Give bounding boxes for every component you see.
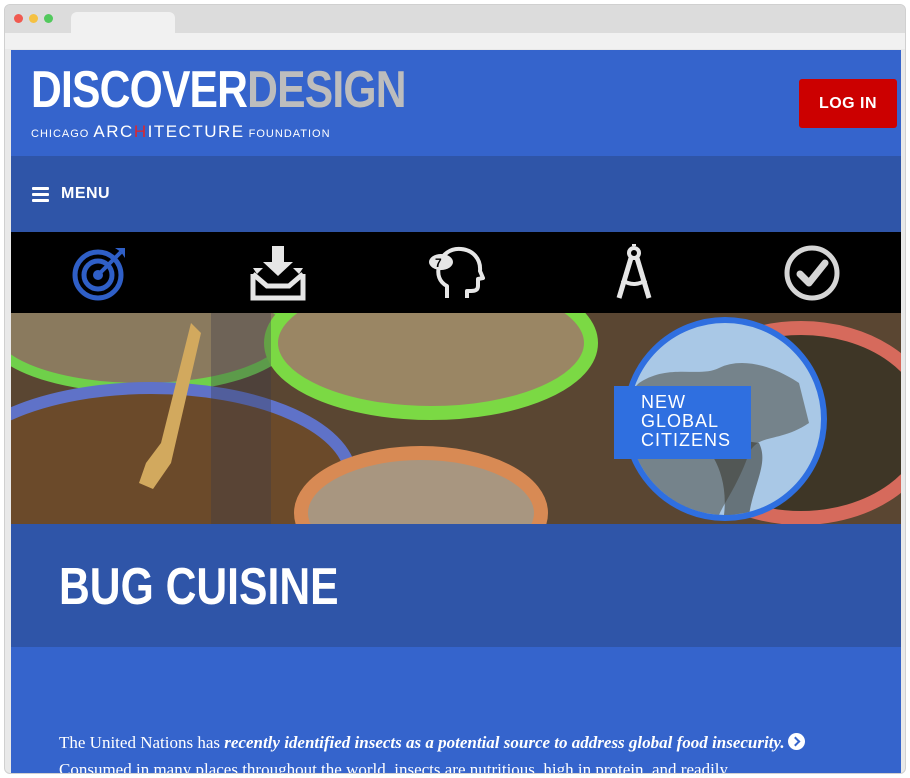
menu-toggle-button[interactable]: MENU [32, 183, 110, 205]
close-window-icon[interactable] [14, 14, 23, 23]
badge-line-global: GLOBAL [641, 411, 720, 431]
target-icon [72, 247, 125, 300]
logo-wordmark: DISCOVERDESIGN [31, 61, 407, 119]
logo-sub-architecture: ARCHITECTURE [93, 122, 244, 141]
login-button[interactable]: LOG IN [799, 79, 897, 128]
logo-discover-text: DISCOVER [31, 61, 248, 119]
compass-icon [616, 243, 652, 299]
intro-paragraph: The United Nations has recently identifi… [59, 729, 859, 774]
continuation-text: Consumed in many places throughout the w… [59, 760, 729, 774]
title-band: BUG CUISINE [11, 524, 901, 647]
minimize-window-icon[interactable] [29, 14, 38, 23]
page-viewport: DISCOVERDESIGN CHICAGO ARCHITECTURE FOUN… [11, 50, 901, 774]
menu-label: MENU [61, 185, 111, 202]
site-logo[interactable]: DISCOVERDESIGN CHICAGO ARCHITECTURE FOUN… [31, 61, 407, 142]
hamburger-icon [32, 187, 49, 202]
site-header: DISCOVERDESIGN CHICAGO ARCHITECTURE FOUN… [11, 50, 901, 156]
logo-subtitle: CHICAGO ARCHITECTURE FOUNDATION [31, 122, 376, 142]
logo-sub-arch-dot: H [133, 122, 148, 141]
logo-design-text: DESIGN [247, 61, 406, 119]
badge-line-citizens: CITIZENS [641, 430, 732, 450]
download-tray-icon [250, 245, 306, 300]
head-idea-icon: 7 [429, 246, 485, 298]
strip-item-head[interactable]: 7 [367, 232, 545, 313]
svg-text:7: 7 [435, 256, 442, 270]
strip-item-download[interactable] [189, 232, 367, 313]
browser-tab[interactable] [71, 12, 175, 33]
strip-item-compass[interactable] [545, 232, 723, 313]
logo-sub-arch-a: ARC [93, 122, 134, 141]
browser-toolbar [5, 33, 905, 49]
un-insects-link[interactable]: recently identified insects as a potenti… [224, 733, 784, 752]
chevron-right-icon[interactable] [787, 733, 805, 750]
browser-titlebar [5, 5, 905, 33]
article-content: The United Nations has recently identifi… [11, 647, 901, 774]
badge-line-new: NEW [641, 392, 686, 412]
menu-bar: MENU [11, 156, 901, 232]
maximize-window-icon[interactable] [44, 14, 53, 23]
section-icon-strip: 7 [11, 232, 901, 313]
strip-item-target[interactable] [11, 232, 189, 313]
hero-image: NEW GLOBAL CITIZENS [11, 313, 901, 524]
logo-sub-arch-b: ITECTURE [147, 122, 245, 141]
logo-sub-foundation: FOUNDATION [244, 128, 331, 140]
page-title: BUG CUISINE [59, 558, 339, 616]
logo-sub-chicago: CHICAGO [31, 128, 94, 140]
browser-window: DISCOVERDESIGN CHICAGO ARCHITECTURE FOUN… [4, 4, 906, 774]
checkmark-circle-icon [784, 245, 840, 300]
intro-text: The United Nations has [59, 733, 225, 752]
strip-item-check[interactable] [723, 232, 901, 313]
